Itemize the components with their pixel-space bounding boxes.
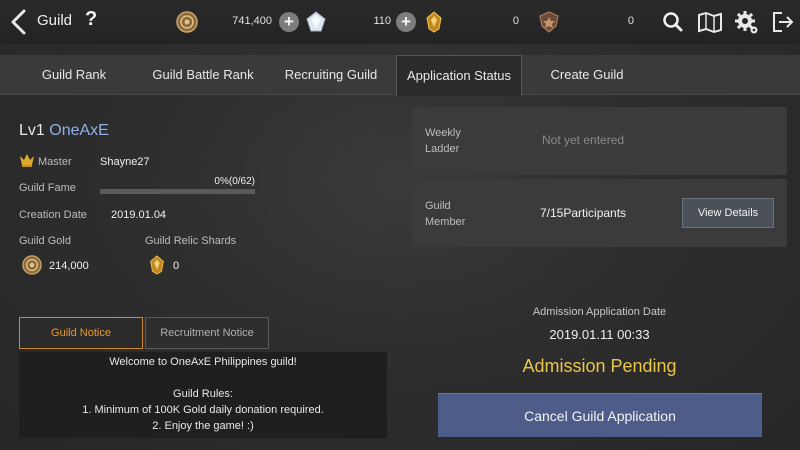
guild-level: Lv1 <box>19 122 45 139</box>
application-date-label: Admission Application Date <box>532 306 667 318</box>
tab-create-guild[interactable]: Create Guild <box>532 55 642 95</box>
guild-name: Lv1 OneAxE <box>19 122 109 140</box>
tab-application-status[interactable]: Application Status <box>396 55 522 96</box>
cancel-application-button[interactable]: Cancel Guild Application <box>438 393 762 437</box>
tab-bar: Guild Rank Guild Battle Rank Recruiting … <box>0 55 800 96</box>
admission-status: Admission Pending <box>522 356 677 376</box>
emblem-currency: 0 <box>538 11 638 33</box>
shield-emblem-icon <box>538 11 560 33</box>
view-details-button[interactable]: View Details <box>682 198 774 228</box>
guild-member-value: 7/15Participants <box>540 206 627 220</box>
gear-icon[interactable] <box>733 9 759 35</box>
weekly-ladder-value: Not yet entered <box>542 133 625 147</box>
guild-gold-value: 214,000 <box>49 260 89 272</box>
creation-date-label: Creation Date <box>19 209 87 221</box>
relic-shard-icon <box>147 254 167 276</box>
relic-shard-icon <box>423 11 445 33</box>
guild-member-row: Guild Member 7/15Participants View Detai… <box>412 179 787 247</box>
gold-coin-icon <box>22 255 42 275</box>
relic-currency: 0 <box>423 11 523 33</box>
guild-gold-label: Guild Gold <box>19 235 71 247</box>
creation-date-value: 2019.01.04 <box>111 209 167 221</box>
gold-currency: 741,400 + <box>176 11 300 33</box>
tab-guild-battle-rank[interactable]: Guild Battle Rank <box>140 55 266 95</box>
diamond-currency: 110 + <box>305 11 417 33</box>
guild-member-label: Guild Member <box>425 198 465 230</box>
exit-icon[interactable] <box>770 9 796 35</box>
crown-icon <box>19 153 35 167</box>
add-gold-button[interactable]: + <box>279 12 299 32</box>
map-icon[interactable] <box>697 9 723 35</box>
notice-line <box>19 370 387 386</box>
back-arrow-icon[interactable] <box>8 8 30 36</box>
page-title: Guild <box>37 12 73 29</box>
guild-member-label-line2: Member <box>425 216 466 228</box>
master-value: Shayne27 <box>100 156 150 168</box>
tab-guild-notice[interactable]: Guild Notice <box>19 317 143 349</box>
guild-relic-value: 0 <box>173 260 180 272</box>
gold-value: 741,400 <box>232 15 272 27</box>
diamond-icon <box>305 11 327 33</box>
weekly-ladder-label: Weekly Ladder <box>425 125 461 157</box>
tab-recruitment-notice[interactable]: Recruitment Notice <box>145 317 269 349</box>
tab-recruiting-guild[interactable]: Recruiting Guild <box>276 55 386 95</box>
application-date-value: 2019.01.11 00:33 <box>549 327 650 342</box>
gold-coin-icon <box>176 11 198 33</box>
emblem-value: 0 <box>627 15 634 27</box>
guild-fame-bar <box>100 189 255 194</box>
tab-guild-rank[interactable]: Guild Rank <box>18 55 130 95</box>
top-bar: Guild ? 741,400 + 110 + 0 0 <box>0 0 800 44</box>
diamond-value: 110 <box>373 15 391 27</box>
help-button[interactable]: ? <box>85 8 97 31</box>
weekly-ladder-label-line1: Weekly <box>425 127 461 139</box>
relic-value: 0 <box>512 15 519 27</box>
guild-member-label-line1: Guild <box>425 200 451 212</box>
add-diamond-button[interactable]: + <box>396 12 416 32</box>
guild-fame-value: 0%(0/62) <box>214 176 255 187</box>
notice-line: Welcome to OneAxE Philippines guild! <box>109 356 297 368</box>
notice-line: 1. Minimum of 100K Gold daily donation r… <box>82 404 324 416</box>
search-icon[interactable] <box>660 9 686 35</box>
guild-name-text: OneAxE <box>49 122 109 139</box>
notice-line: Guild Rules: <box>173 388 233 400</box>
weekly-ladder-row: Weekly Ladder Not yet entered <box>412 107 787 175</box>
weekly-ladder-label-line2: Ladder <box>425 143 460 155</box>
guild-relic-label: Guild Relic Shards <box>145 235 237 247</box>
guild-notice-text: Welcome to OneAxE Philippines guild! Gui… <box>19 352 387 438</box>
guild-fame-label: Guild Fame <box>19 182 76 194</box>
notice-line: 2. Enjoy the game! :) <box>152 420 254 432</box>
master-label: Master <box>38 156 72 168</box>
